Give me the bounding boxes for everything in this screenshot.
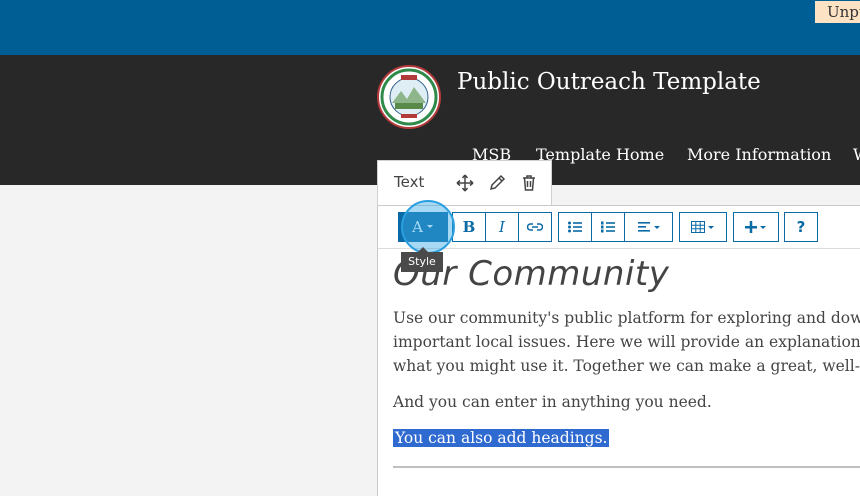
widget-label-bar: Text	[377, 160, 552, 206]
bullet-list-button[interactable]	[559, 213, 592, 241]
numbered-list-icon	[601, 221, 615, 233]
link-icon	[527, 223, 543, 231]
move-icon[interactable]	[455, 173, 475, 193]
selected-text: You can also add headings.	[393, 429, 610, 447]
nav-item-template-home[interactable]: Template Home	[536, 143, 664, 167]
content-divider	[393, 466, 860, 468]
nav-item-more-information[interactable]: More Information	[687, 143, 831, 167]
widget-label: Text	[394, 173, 425, 191]
numbered-list-button[interactable]	[592, 213, 625, 241]
bold-button[interactable]: B	[453, 213, 486, 241]
bullet-list-icon	[568, 221, 582, 233]
text-editor[interactable]: A B I ? Our Community Use our community'…	[377, 205, 860, 496]
seal-icon	[380, 68, 438, 126]
delete-icon[interactable]	[519, 173, 539, 193]
unpublished-badge: Unpublished	[815, 1, 860, 23]
list-group	[558, 212, 673, 242]
table-icon	[691, 221, 714, 233]
edit-icon[interactable]	[487, 173, 507, 193]
toolbar-divider	[378, 248, 860, 249]
top-bar	[0, 0, 860, 55]
insert-group	[733, 212, 779, 242]
plus-icon	[745, 221, 766, 233]
paragraph-line: important local issues. Here we will pro…	[393, 333, 860, 351]
italic-button[interactable]: I	[486, 213, 519, 241]
site-title[interactable]: Public Outreach Template	[457, 69, 761, 95]
site-logo[interactable]	[377, 65, 441, 129]
paragraph-line: what you might use it. Together we can m…	[393, 357, 860, 375]
help-button[interactable]: ?	[785, 213, 817, 241]
table-button[interactable]	[680, 213, 726, 241]
click-highlight	[401, 200, 455, 254]
content-paragraph[interactable]: Use our community's public platform for …	[393, 306, 860, 378]
paragraph-line: Use our community's public platform for …	[393, 309, 860, 327]
style-tooltip: Style	[401, 247, 443, 272]
table-group	[679, 212, 727, 242]
selected-paragraph[interactable]: You can also add headings.	[393, 426, 860, 450]
nav-item-overflow[interactable]: W	[853, 143, 860, 167]
help-group: ?	[784, 212, 818, 242]
insert-button[interactable]	[734, 213, 778, 241]
content-paragraph-2[interactable]: And you can enter in anything you need.	[393, 390, 860, 414]
align-button[interactable]	[625, 213, 672, 241]
align-left-icon	[637, 222, 660, 232]
format-group: B I	[452, 212, 552, 242]
link-button[interactable]	[519, 213, 551, 241]
